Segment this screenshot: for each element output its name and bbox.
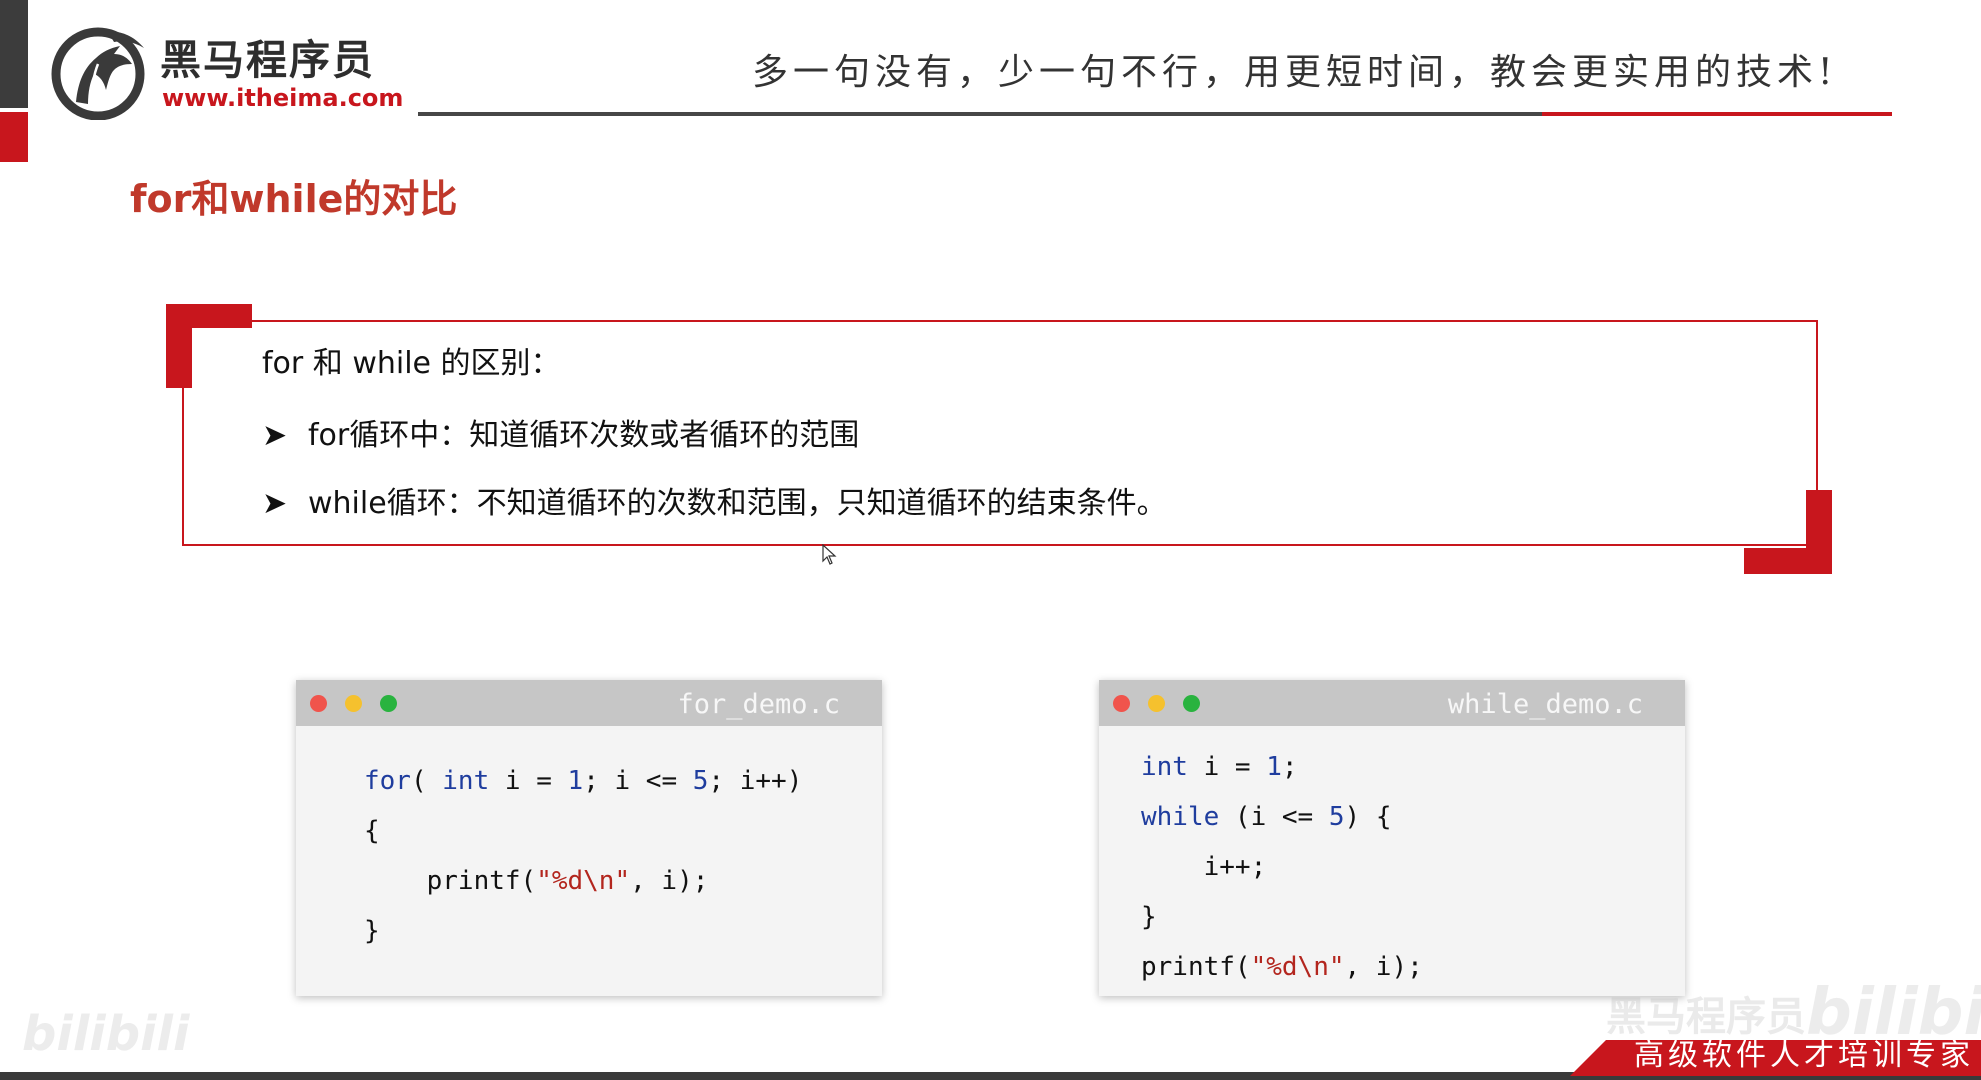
comparison-heading: for 和 while 的区别： — [262, 346, 561, 381]
code-line: int i = 1; — [1141, 752, 1298, 782]
bullet-arrow-icon: ➤ — [262, 486, 288, 521]
code-block: int i = 1; while (i <= 5) { i++;} printf("… — [1141, 742, 1423, 992]
footer-tagline: 高级软件人才培训专家 — [1634, 1038, 1974, 1073]
box-corner-bottom-right-vertical — [1806, 490, 1832, 574]
bullet-text: for循环中：知道循环次数或者循环的范围 — [308, 418, 860, 453]
code-line: printf("%d\n", i); — [364, 866, 709, 896]
bullet-arrow-icon: ➤ — [262, 418, 288, 453]
box-corner-top-left-vertical — [166, 304, 192, 388]
bilibili-watermark-left: bilibili — [22, 1006, 190, 1062]
left-edge-red-accent — [0, 112, 28, 162]
header-rule-red — [1542, 112, 1892, 116]
code-window-for-demo: for_demo.c for( int i = 1; i <= 5; i++) {… — [296, 680, 882, 996]
left-edge-dark-accent — [0, 0, 28, 108]
header-slogan: 多一句没有，少一句不行，用更短时间，教会更实用的技术! — [752, 52, 1838, 93]
minimize-dot-icon[interactable] — [345, 695, 362, 712]
bullet-text: while循环：不知道循环的次数和范围，只知道循环的结束条件。 — [308, 486, 1167, 521]
code-line: while (i <= 5) { — [1141, 802, 1392, 832]
maximize-dot-icon[interactable] — [1183, 695, 1200, 712]
horse-logo-icon — [48, 24, 154, 121]
logo-brand-name: 黑马程序员 — [160, 36, 375, 84]
code-window-while-demo: while_demo.c int i = 1; while (i <= 5) { … — [1099, 680, 1685, 996]
code-line: for( int i = 1; i <= 5; i++) — [364, 766, 803, 796]
minimize-dot-icon[interactable] — [1148, 695, 1165, 712]
slide-title: for和while的对比 — [130, 177, 458, 221]
code-line: } — [364, 916, 380, 946]
comparison-bullet-while: ➤ while循环：不知道循环的次数和范围，只知道循环的结束条件。 — [262, 484, 1167, 524]
mouse-cursor-icon — [822, 543, 838, 566]
code-line: } — [1141, 902, 1157, 932]
code-line: i++; — [1141, 852, 1267, 882]
maximize-dot-icon[interactable] — [380, 695, 397, 712]
window-title-bar: while_demo.c — [1099, 680, 1685, 726]
code-line: printf("%d\n", i); — [1141, 952, 1423, 982]
header-rule-dark — [418, 112, 1542, 116]
logo-website-url: www.itheima.com — [162, 84, 404, 112]
close-dot-icon[interactable] — [1113, 695, 1130, 712]
comparison-bullet-for: ➤ for循环中：知道循环次数或者循环的范围 — [262, 416, 859, 456]
window-filename: while_demo.c — [1447, 689, 1643, 720]
window-title-bar: for_demo.c — [296, 680, 882, 726]
window-filename: for_demo.c — [677, 689, 840, 720]
close-dot-icon[interactable] — [310, 695, 327, 712]
code-block: for( int i = 1; i <= 5; i++) { printf("%d… — [364, 756, 802, 956]
code-line: { — [364, 816, 380, 846]
